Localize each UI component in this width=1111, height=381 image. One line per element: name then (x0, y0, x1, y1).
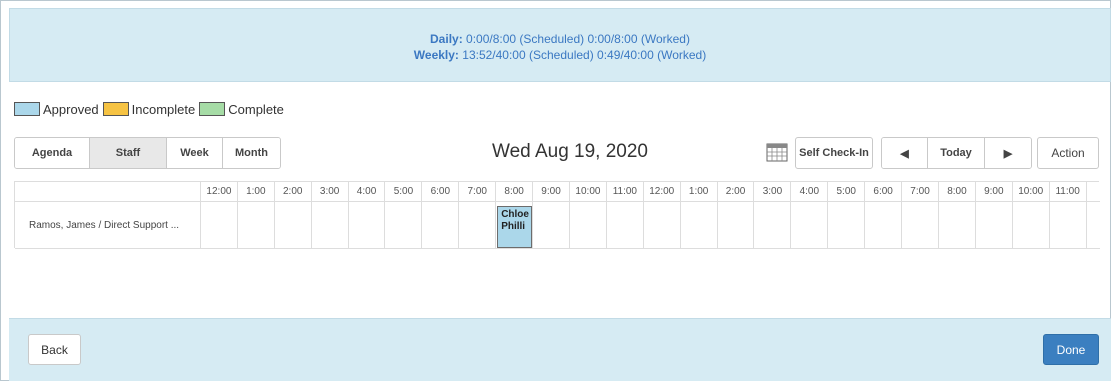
daily-summary: Daily: 0:00/8:00 (Scheduled) 0:00/8:00 (… (10, 31, 1110, 47)
chevron-right-icon: ▶ (1003, 147, 1013, 160)
hour-header-cell: 10:00 (570, 182, 607, 201)
time-slot-cell[interactable] (459, 202, 497, 248)
time-slot-cell[interactable] (865, 202, 903, 248)
time-slot-cell[interactable] (939, 202, 976, 248)
staff-header-cell (15, 182, 201, 201)
hour-header-cell: 11:00 (607, 182, 644, 201)
legend-swatch-incomplete (102, 102, 129, 116)
self-checkin-button[interactable]: Self Check-In (795, 137, 873, 169)
hour-header-cell: 5:00 (386, 182, 423, 201)
weekly-summary: Weekly: 13:52/40:00 (Scheduled) 0:49/40:… (10, 47, 1110, 63)
hour-header-cell: 5:00 (828, 182, 866, 201)
tab-staff[interactable]: Staff (90, 138, 167, 168)
legend-label-complete: Complete (228, 101, 284, 117)
hour-header-cell: 6:00 (865, 182, 903, 201)
legend-label-incomplete: Incomplete (131, 101, 196, 117)
hour-header-cell: 7:00 (459, 182, 497, 201)
weekly-value: 13:52/40:00 (Scheduled) 0:49/40:00 (Work… (462, 48, 707, 62)
time-slot-cell[interactable] (644, 202, 681, 248)
hour-header-cell: 10:00 (1013, 182, 1050, 201)
staff-name-cell[interactable]: Ramos, James / Direct Support ... (15, 202, 201, 248)
view-switcher: Agenda Staff Week Month (14, 137, 281, 169)
legend-swatch-complete (199, 102, 226, 116)
hour-header-cell: 9:00 (533, 182, 570, 201)
time-slot-cell[interactable] (275, 202, 312, 248)
hour-header-cell: 4:00 (349, 182, 386, 201)
status-legend: Approved Incomplete Complete (14, 100, 288, 118)
table-row: Ramos, James / Direct Support ... Chloe … (15, 202, 1100, 249)
time-slot-cell[interactable] (718, 202, 755, 248)
hour-header-cell: 11:00 (1050, 182, 1087, 201)
hour-header-row: 12:00 1:00 2:00 3:00 4:00 5:00 6:00 7:00 8:00 9:0… (15, 182, 1100, 202)
tab-agenda[interactable]: Agenda (15, 138, 90, 168)
previous-day-button[interactable]: ◀ (882, 138, 928, 168)
time-slot-cell[interactable] (791, 202, 829, 248)
hour-header-cell: 7:00 (902, 182, 939, 201)
done-button[interactable]: Done (1043, 334, 1099, 365)
time-slot-cell[interactable] (755, 202, 792, 248)
today-button[interactable]: Today (928, 138, 985, 168)
back-button[interactable]: Back (28, 334, 81, 365)
legend-label-approved: Approved (43, 101, 99, 117)
legend-swatch-approved (14, 102, 40, 116)
hour-header-cell: 4:00 (791, 182, 829, 201)
time-slot-cell[interactable] (902, 202, 939, 248)
hour-header-cell: 1:00 (681, 182, 718, 201)
tab-month[interactable]: Month (223, 138, 280, 168)
shift-name-line1: Chloe (501, 209, 529, 220)
hours-summary-banner: Daily: 0:00/8:00 (Scheduled) 0:00/8:00 (… (9, 8, 1111, 82)
time-slot-cell[interactable] (386, 202, 423, 248)
hour-header-cell: 9:00 (976, 182, 1013, 201)
hour-header-cell: 8:00 (496, 182, 534, 201)
time-slot-cell[interactable] (312, 202, 349, 248)
hour-header-cell: 12:00 (644, 182, 681, 201)
shift-name-line2: Philli (501, 221, 526, 232)
time-slot-cell[interactable] (976, 202, 1013, 248)
time-slot-cell[interactable] (570, 202, 607, 248)
chevron-left-icon: ◀ (900, 147, 909, 160)
time-slot-cell[interactable] (238, 202, 275, 248)
time-slot-cell[interactable] (349, 202, 386, 248)
hour-header-cell: 3:00 (312, 182, 349, 201)
tab-week[interactable]: Week (167, 138, 223, 168)
date-navigation: ◀ Today ▶ (881, 137, 1032, 169)
hour-header-cell: 12:00 (201, 182, 238, 201)
calendar-icon[interactable] (766, 142, 788, 162)
time-slot-cell[interactable] (422, 202, 460, 248)
next-day-button[interactable]: ▶ (985, 138, 1031, 168)
hour-header-cell: 1:00 (238, 182, 275, 201)
hour-header-cell: 3:00 (755, 182, 792, 201)
hour-header-cell: 8:00 (939, 182, 976, 201)
time-slot-cell[interactable] (1050, 202, 1087, 248)
daily-label: Daily: (430, 32, 463, 46)
time-slot-cell[interactable] (828, 202, 866, 248)
time-slot-cell[interactable] (1013, 202, 1050, 248)
shift-block-approved[interactable]: Chloe Philli (497, 206, 533, 248)
time-slot-cell[interactable] (607, 202, 644, 248)
daily-value: 0:00/8:00 (Scheduled) 0:00/8:00 (Worked) (466, 32, 690, 46)
time-slot-cell[interactable] (533, 202, 570, 248)
staff-schedule-grid: 12:00 1:00 2:00 3:00 4:00 5:00 6:00 7:00 8:00 9:0… (14, 181, 1100, 249)
action-button[interactable]: Action (1037, 137, 1099, 169)
hour-header-cell: 2:00 (275, 182, 312, 201)
hour-header-cell: 6:00 (422, 182, 460, 201)
hour-header-cell: 2:00 (718, 182, 755, 201)
current-date-title: Wed Aug 19, 2020 (492, 141, 648, 162)
time-slot-cell[interactable] (681, 202, 718, 248)
weekly-label: Weekly: (413, 48, 459, 62)
footer-bar (9, 318, 1111, 381)
time-slot-cell[interactable] (201, 202, 238, 248)
